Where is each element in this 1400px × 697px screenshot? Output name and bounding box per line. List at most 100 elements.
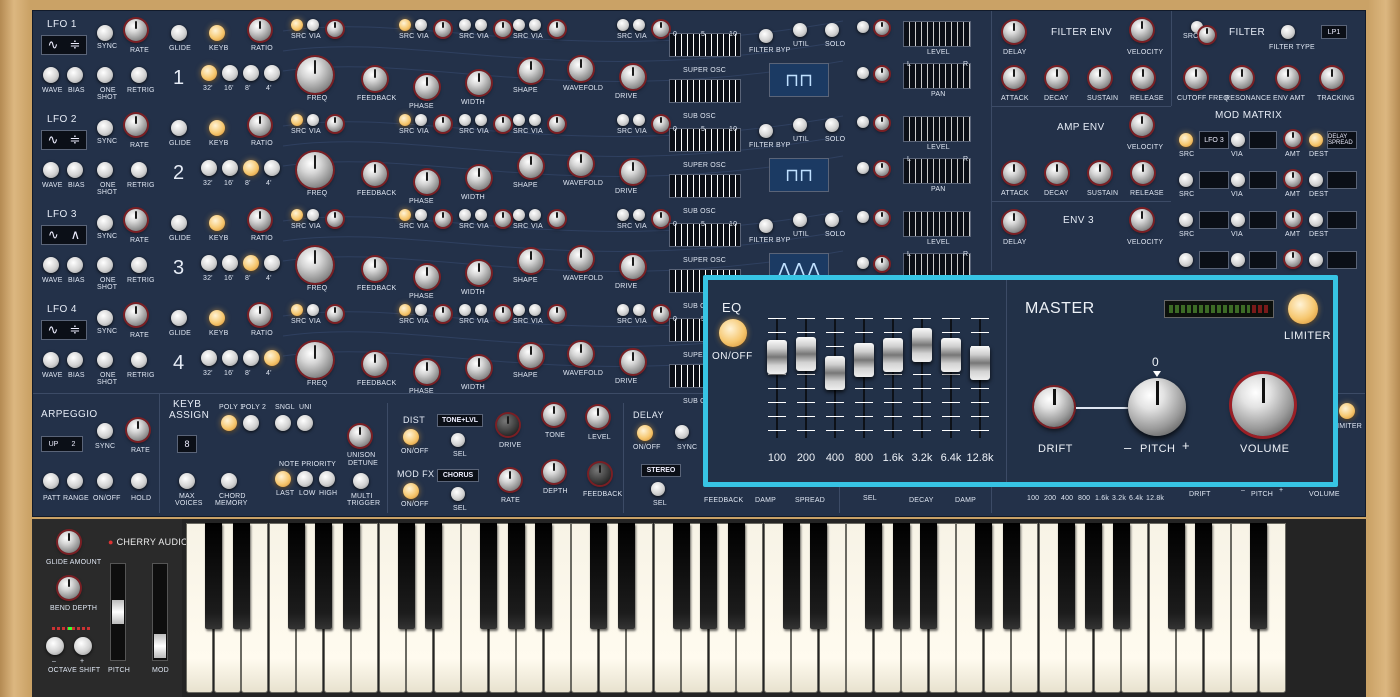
feedback-knob[interactable] <box>363 352 387 376</box>
black-key[interactable] <box>590 523 607 629</box>
env-sustain-knob[interactable] <box>1089 162 1111 184</box>
octave-32-button[interactable] <box>201 160 217 176</box>
dist-onoff-button[interactable] <box>403 429 419 445</box>
mm-via-button[interactable] <box>1231 173 1245 187</box>
pan-src-button[interactable] <box>857 162 869 174</box>
src-via-5-src-button[interactable] <box>617 304 629 316</box>
limiter-button[interactable] <box>1288 294 1318 324</box>
black-key[interactable] <box>672 523 690 629</box>
arp-hold-button[interactable] <box>131 473 147 489</box>
delay-sel-button[interactable] <box>651 482 665 496</box>
ratio-knob[interactable] <box>249 114 271 136</box>
lfo-wave-button[interactable] <box>43 162 59 178</box>
env-release-knob[interactable] <box>1132 67 1154 89</box>
mm-src-button[interactable] <box>1179 173 1193 187</box>
black-key[interactable] <box>232 523 250 629</box>
filter-type-button[interactable] <box>1281 25 1295 39</box>
pan-amt-knob[interactable] <box>875 257 889 271</box>
src-via-via-button[interactable] <box>307 19 319 31</box>
octave-4-button[interactable] <box>264 255 280 271</box>
modfx-feedback-knob[interactable] <box>589 463 611 485</box>
util-button[interactable] <box>793 118 807 132</box>
shape-knob[interactable] <box>519 344 543 368</box>
black-key[interactable] <box>425 523 442 629</box>
src-via-2-via-button[interactable] <box>415 304 427 316</box>
arp-range-button[interactable] <box>67 473 83 489</box>
src-via-3-via-button[interactable] <box>475 304 487 316</box>
filter-byp-button[interactable] <box>759 219 773 233</box>
level-amt-knob[interactable] <box>875 211 889 225</box>
ratio-knob[interactable] <box>249 19 271 41</box>
src-via-3-amt-knob[interactable] <box>495 306 511 322</box>
mm-amt-knob[interactable] <box>1285 211 1301 227</box>
black-key[interactable] <box>782 523 800 629</box>
black-key[interactable] <box>975 523 992 629</box>
src-via-3-via-button[interactable] <box>475 209 487 221</box>
solo-button[interactable] <box>825 23 839 37</box>
freq-knob[interactable] <box>297 57 333 93</box>
drive-knob[interactable] <box>621 65 645 89</box>
mm-amt-knob[interactable] <box>1285 251 1301 267</box>
black-key[interactable] <box>397 523 415 629</box>
mm-dest-button[interactable] <box>1309 173 1323 187</box>
src-via-2-amt-knob[interactable] <box>435 306 451 322</box>
width-knob[interactable] <box>467 356 491 380</box>
black-key[interactable] <box>700 523 717 629</box>
mm-dest-button[interactable] <box>1309 133 1323 147</box>
drive-knob[interactable] <box>621 160 645 184</box>
low-button[interactable] <box>297 471 313 487</box>
env-decay-knob[interactable] <box>1046 162 1068 184</box>
lfo-bias-button[interactable] <box>67 352 83 368</box>
lfo-sync-button[interactable] <box>97 215 113 231</box>
lfo-wave-display[interactable]: ∿ ≑ <box>41 35 87 55</box>
ratio-knob[interactable] <box>249 304 271 326</box>
src-via-3-via-button[interactable] <box>475 19 487 31</box>
util-button[interactable] <box>793 213 807 227</box>
black-key[interactable] <box>480 523 497 629</box>
src-via-5-via-button[interactable] <box>633 209 645 221</box>
octave-down-button[interactable] <box>46 637 64 655</box>
eq-band-fader[interactable] <box>941 338 961 373</box>
sngl-button[interactable] <box>275 415 291 431</box>
src-via-3-src-button[interactable] <box>459 114 471 126</box>
freq-knob[interactable] <box>297 247 333 283</box>
pan-src-button[interactable] <box>857 67 869 79</box>
src-via-4-src-button[interactable] <box>513 19 525 31</box>
lfo-rate-knob[interactable] <box>125 19 147 41</box>
glide-amount-knob[interactable] <box>58 531 80 553</box>
freq-knob[interactable] <box>297 342 333 378</box>
src-via-2-src-button[interactable] <box>399 19 411 31</box>
pan-src-button[interactable] <box>857 257 869 269</box>
lfo-oneshot-button[interactable] <box>97 162 113 178</box>
src-via-2-amt-knob[interactable] <box>435 116 451 132</box>
src-via-3-via-button[interactable] <box>475 114 487 126</box>
black-key[interactable] <box>810 523 827 629</box>
src-via-2-via-button[interactable] <box>415 209 427 221</box>
drive-knob[interactable] <box>621 255 645 279</box>
env-velocity-knob[interactable] <box>1131 209 1153 231</box>
octave-8-button[interactable] <box>243 350 259 366</box>
src-via-4-src-button[interactable] <box>513 114 525 126</box>
black-key[interactable] <box>1250 523 1267 629</box>
octave-16-button[interactable] <box>222 350 238 366</box>
black-key[interactable] <box>727 523 745 629</box>
src-via-2-src-button[interactable] <box>399 304 411 316</box>
chord-memory-button[interactable] <box>221 473 237 489</box>
arp-rate-knob[interactable] <box>127 419 149 441</box>
lfo-sync-button[interactable] <box>97 25 113 41</box>
src-via-2-src-button[interactable] <box>399 114 411 126</box>
pitch-wheel-thumb[interactable] <box>112 600 124 624</box>
solo-button[interactable] <box>825 118 839 132</box>
lfo-wave-button[interactable] <box>43 257 59 273</box>
mm-amt-knob[interactable] <box>1285 171 1301 187</box>
env-decay-knob[interactable] <box>1046 67 1068 89</box>
last-button[interactable] <box>275 471 291 487</box>
src-via-via-button[interactable] <box>307 304 319 316</box>
black-key[interactable] <box>315 523 332 629</box>
eq-onoff-button[interactable] <box>719 319 747 347</box>
ratio-knob[interactable] <box>249 209 271 231</box>
src-via-4-via-button[interactable] <box>529 114 541 126</box>
octave-4-button[interactable] <box>264 160 280 176</box>
width-knob[interactable] <box>467 261 491 285</box>
black-key[interactable] <box>1002 523 1020 629</box>
